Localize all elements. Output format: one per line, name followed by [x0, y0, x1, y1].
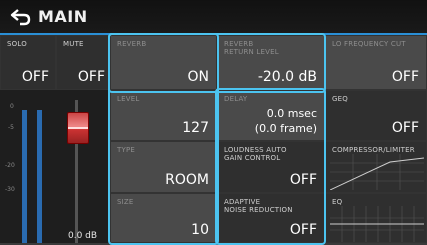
- type-label: TYPE: [117, 146, 135, 154]
- solo-label: SOLO: [7, 40, 27, 48]
- compressor-limiter-label: COMPRESSOR/LIMITER: [332, 146, 415, 154]
- fader-panel: [0, 90, 110, 243]
- delay-value-frame: (0.0 frame): [254, 122, 317, 135]
- adaptive-noise-reduction-label-line1: ADAPTIVE: [224, 198, 261, 206]
- loudness-label-line1: LOUDNESS AUTO: [224, 146, 287, 154]
- eq-curve-graph: [330, 206, 424, 242]
- level-label: LEVEL: [117, 95, 140, 103]
- geq-value: OFF: [391, 120, 419, 136]
- eq-button[interactable]: EQ: [325, 193, 427, 243]
- mute-label: MUTE: [63, 40, 84, 48]
- level-value: 127: [182, 120, 209, 136]
- size-label: SIZE: [117, 198, 134, 206]
- solo-value: OFF: [21, 69, 49, 85]
- geq-button[interactable]: GEQ OFF: [325, 90, 427, 141]
- fader-scale-tick: -20: [5, 162, 15, 169]
- reverb-value: ON: [187, 69, 210, 85]
- level-knob[interactable]: LEVEL 127: [110, 90, 217, 141]
- level-meter-left: [22, 110, 27, 243]
- lo-frequency-cut-value: OFF: [391, 69, 419, 85]
- reverb-return-level-value: -20.0 dB: [257, 69, 317, 85]
- delay-label: DELAY: [224, 95, 248, 103]
- fader-scale-tick: -5: [8, 124, 14, 131]
- loudness-value: OFF: [289, 172, 317, 188]
- size-value: 10: [191, 222, 209, 238]
- geq-label: GEQ: [332, 95, 348, 103]
- adaptive-noise-reduction-button[interactable]: ADAPTIVE NOISE REDUCTION OFF: [217, 193, 325, 243]
- compressor-curve-graph: [330, 154, 424, 190]
- type-value: ROOM: [165, 172, 209, 188]
- delay-value-msec: 0.0 msec: [266, 107, 317, 120]
- type-selector[interactable]: TYPE ROOM: [110, 141, 217, 193]
- fader-value: 0.0 dB: [68, 231, 98, 241]
- loudness-auto-gain-control-button[interactable]: LOUDNESS AUTO GAIN CONTROL OFF: [217, 141, 325, 193]
- fader-handle[interactable]: [67, 112, 89, 144]
- main-screen: MAIN SOLO OFF MUTE OFF REVERB ON REVERB …: [0, 0, 427, 245]
- back-arrow-icon[interactable]: [10, 8, 32, 26]
- page-title: MAIN: [38, 7, 88, 26]
- reverb-return-level-label-line2: RETURN LEVEL: [224, 48, 279, 56]
- loudness-label-line2: GAIN CONTROL: [224, 154, 281, 162]
- header-bar: MAIN: [0, 0, 427, 34]
- mute-button[interactable]: MUTE OFF: [56, 35, 110, 90]
- lo-frequency-cut-button[interactable]: LO FREQUENCY CUT OFF: [325, 35, 427, 90]
- mute-value: OFF: [77, 69, 105, 85]
- reverb-return-level-label-line1: REVERB: [224, 40, 254, 48]
- compressor-limiter-button[interactable]: COMPRESSOR/LIMITER: [325, 141, 427, 193]
- eq-label: EQ: [332, 198, 343, 206]
- reverb-button[interactable]: REVERB ON: [110, 35, 217, 90]
- reverb-label: REVERB: [117, 40, 147, 48]
- adaptive-noise-reduction-label-line2: NOISE REDUCTION: [224, 206, 293, 214]
- fader-scale-tick: -30: [5, 186, 15, 193]
- fader-scale-tick: 0: [10, 103, 14, 110]
- reverb-return-level-knob[interactable]: REVERB RETURN LEVEL -20.0 dB: [217, 35, 325, 90]
- adaptive-noise-reduction-value: OFF: [289, 222, 317, 238]
- size-knob[interactable]: SIZE 10: [110, 193, 217, 243]
- lo-frequency-cut-label: LO FREQUENCY CUT: [332, 40, 406, 48]
- solo-button[interactable]: SOLO OFF: [0, 35, 56, 90]
- level-meter-right: [37, 110, 42, 243]
- fader-handle-line: [68, 127, 88, 129]
- delay-knob[interactable]: DELAY 0.0 msec (0.0 frame): [217, 90, 325, 141]
